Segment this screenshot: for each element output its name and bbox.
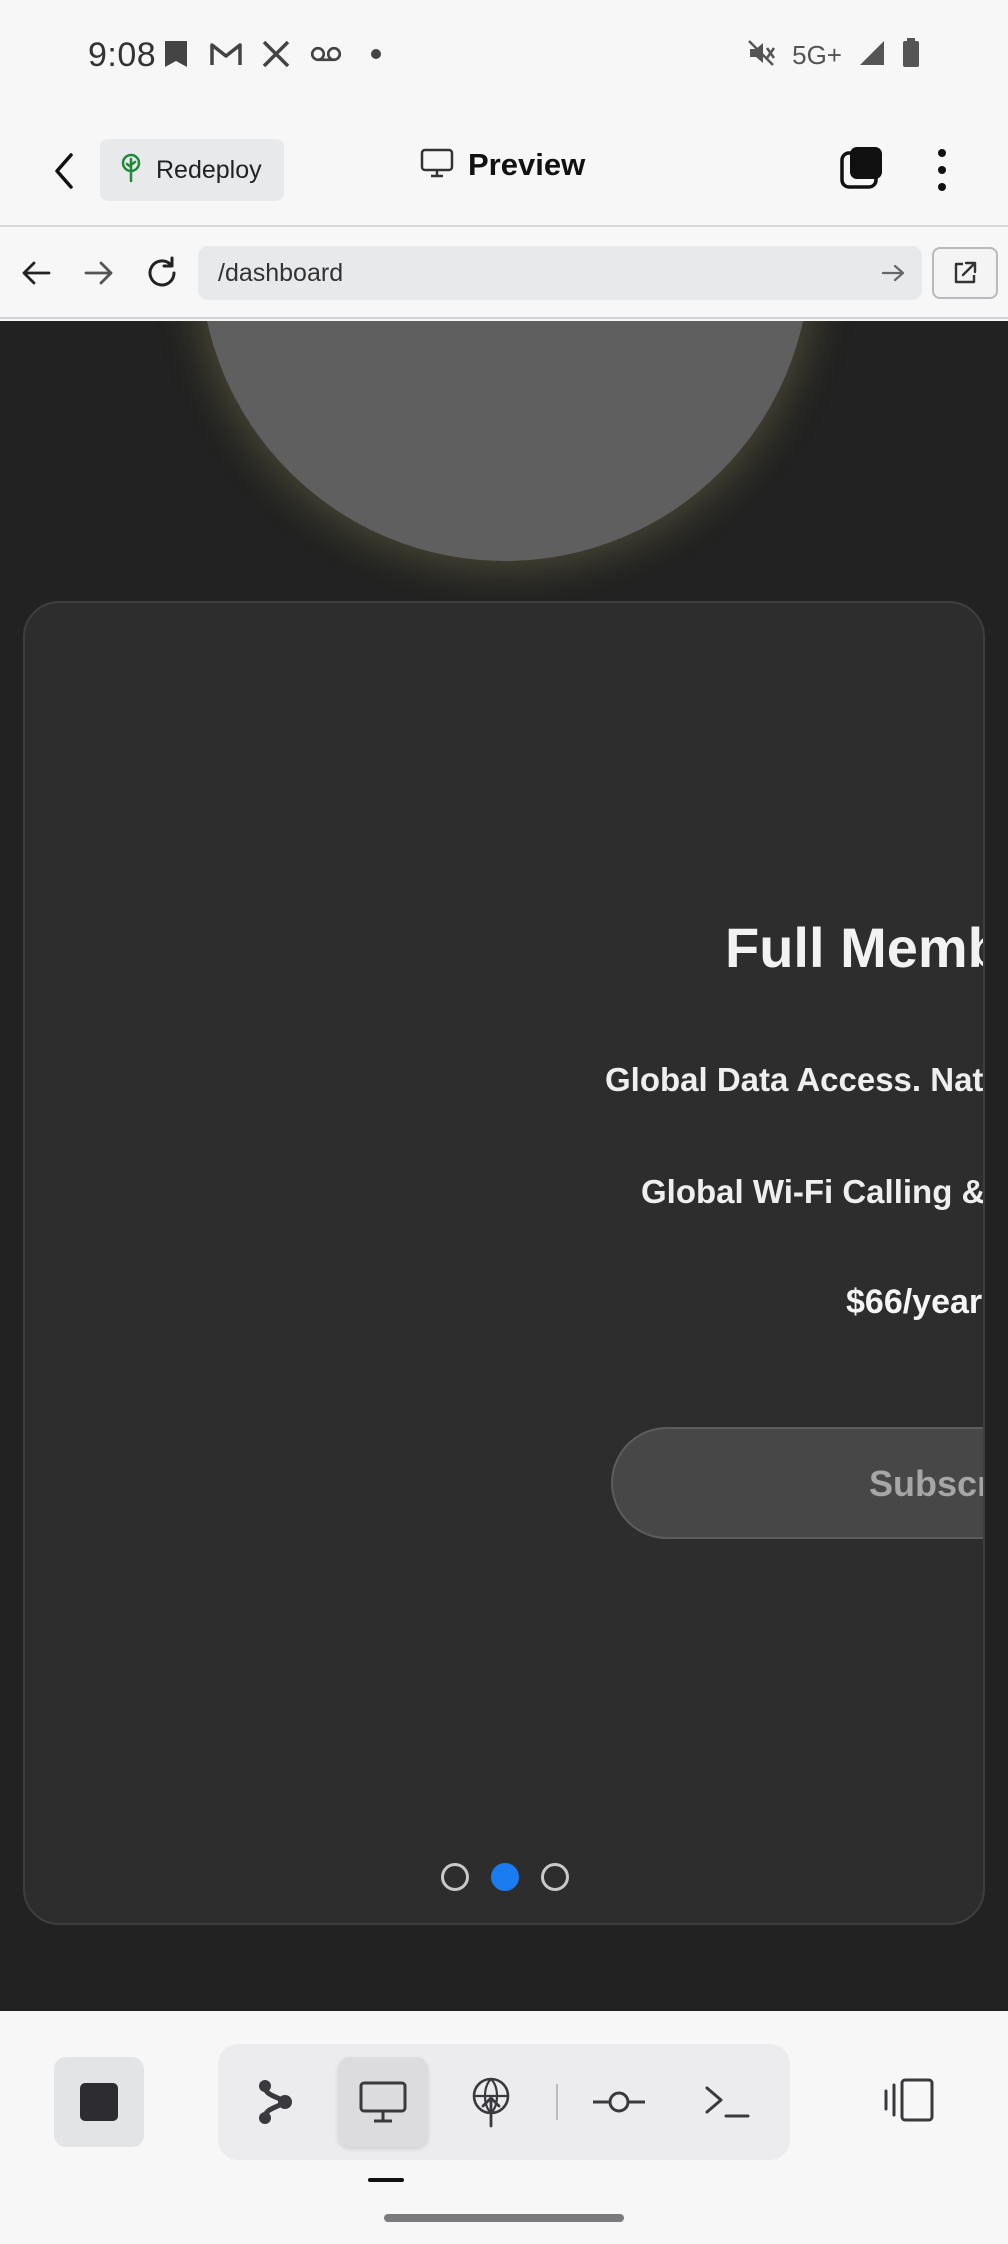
split-view-button[interactable]: [876, 2055, 942, 2145]
graph-button[interactable]: [230, 2057, 320, 2147]
deploy-icon: [472, 2077, 510, 2128]
back-button[interactable]: [44, 149, 84, 193]
more-vertical-icon[interactable]: [922, 145, 962, 195]
carousel-dots: [441, 1863, 569, 1891]
home-indicator[interactable]: [384, 2214, 624, 2222]
toolbar-divider: [556, 2084, 558, 2120]
chevron-left-icon: [55, 153, 73, 189]
redeploy-button[interactable]: Redeploy: [100, 139, 284, 201]
plan-feature-calling: Global Wi-Fi Calling & S: [641, 1173, 985, 1210]
graph-icon: [259, 2080, 292, 2124]
active-tab-indicator: [368, 2178, 404, 2182]
dot-icon: [360, 38, 392, 70]
preview-label: Preview: [468, 147, 586, 182]
subscribe-label: Subscribe: [869, 1463, 983, 1504]
commit-button[interactable]: [574, 2057, 664, 2147]
subscribe-button[interactable]: Subscribe: [611, 1427, 983, 1539]
system-icons: 5G+: [746, 38, 920, 73]
battery-icon: [902, 38, 920, 73]
terminal-button[interactable]: [682, 2057, 772, 2147]
notification-icons: [160, 38, 392, 70]
status-time: 9:08: [88, 36, 157, 74]
redeploy-label: Redeploy: [156, 155, 262, 184]
plan-feature-data: Global Data Access. Nati: [605, 1061, 985, 1098]
browser-bar: /dashboard: [0, 229, 1008, 319]
go-button[interactable]: [878, 258, 908, 288]
browser-forward-button[interactable]: [77, 251, 121, 295]
arrow-left-icon: [22, 261, 51, 285]
monitor-icon: [420, 148, 454, 183]
deploy-button[interactable]: [446, 2057, 536, 2147]
carousel-dot[interactable]: [541, 1863, 569, 1891]
stop-button[interactable]: [54, 2057, 144, 2147]
commit-icon: [593, 2091, 645, 2113]
mute-icon: [746, 38, 776, 73]
pricing-card[interactable]: Full Membe Global Data Access. Nati Glob…: [23, 601, 985, 1925]
hero-circle: [200, 321, 810, 561]
reload-button[interactable]: [140, 251, 184, 295]
tool-group: [218, 2044, 790, 2160]
carousel-dot[interactable]: [441, 1863, 469, 1891]
app-header: Redeploy Preview: [0, 115, 1008, 227]
open-external-button[interactable]: [932, 247, 998, 299]
terminal-icon: [705, 2086, 750, 2118]
signal-icon: [858, 39, 886, 72]
tree-icon: [118, 153, 144, 188]
preview-title: Preview: [420, 147, 585, 183]
monitor-icon: [359, 2081, 407, 2123]
stop-icon: [80, 2083, 118, 2121]
tabs-icon[interactable]: [838, 145, 886, 193]
voicemail-icon: [310, 38, 342, 70]
plan-price: $66/year: [846, 1283, 983, 1321]
gmail-icon: [210, 38, 242, 70]
url-field[interactable]: /dashboard: [198, 246, 922, 300]
reload-icon: [148, 256, 176, 287]
network-type: 5G+: [792, 40, 842, 70]
split-view-icon: [884, 2078, 934, 2122]
bookmark-icon: [160, 38, 192, 70]
pricing-slide[interactable]: Full Membe Global Data Access. Nati Glob…: [605, 603, 985, 1923]
plan-title: Full Membe: [725, 916, 983, 979]
status-bar: 9:08 5G+: [0, 0, 1008, 115]
url-text: /dashboard: [218, 258, 344, 287]
web-preview[interactable]: Full Membe Global Data Access. Nati Glob…: [0, 321, 1008, 2011]
bottom-toolbar: [0, 2011, 1008, 2244]
arrow-right-icon: [881, 264, 905, 282]
arrow-right-icon: [84, 261, 113, 285]
external-link-icon: [954, 261, 977, 284]
browser-back-button[interactable]: [14, 251, 58, 295]
x-icon: [260, 38, 292, 70]
preview-tool-button[interactable]: [338, 2057, 428, 2147]
carousel-dot-active[interactable]: [491, 1863, 519, 1891]
